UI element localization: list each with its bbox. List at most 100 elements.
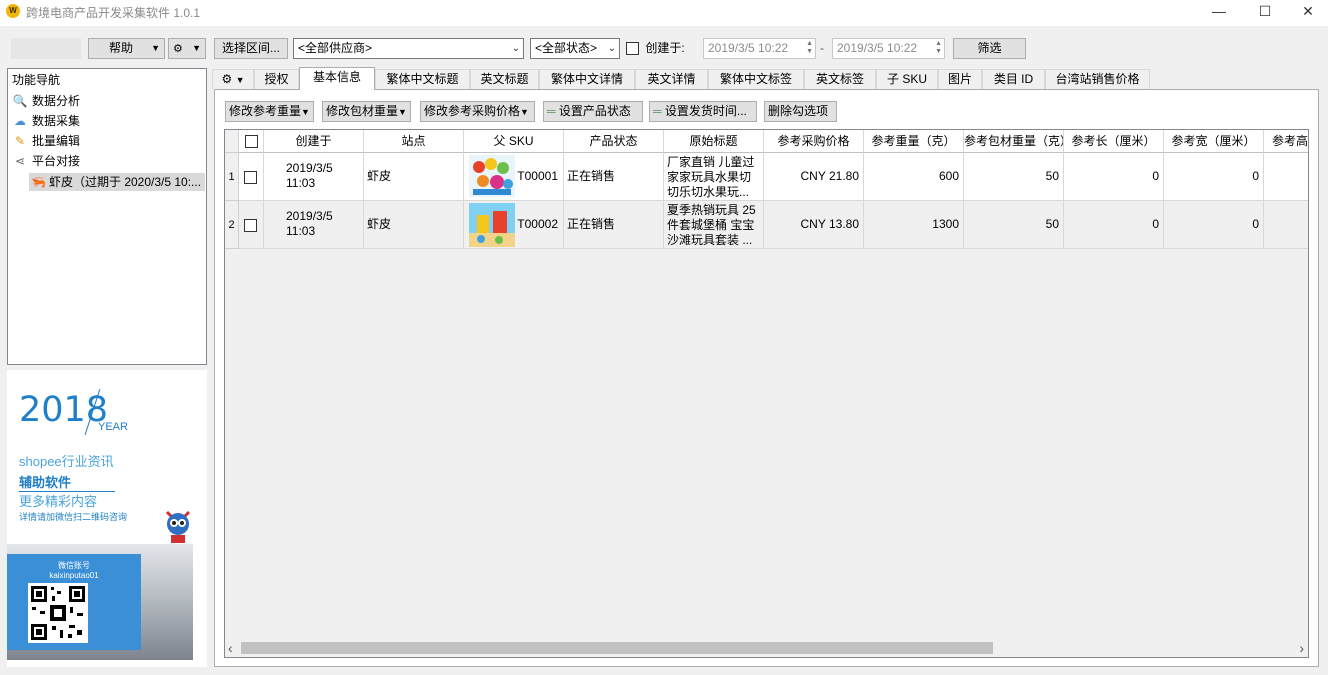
settings-button[interactable]: ⚙ ▼: [168, 38, 206, 59]
date-from-picker[interactable]: 2019/3/5 10:22 ▲ ▼: [703, 38, 816, 59]
tab-en-detail[interactable]: 英文详情: [635, 69, 708, 89]
delete-checked-button[interactable]: 删除勾选项: [764, 101, 837, 122]
col-header-length[interactable]: 参考长（厘米）: [1064, 130, 1164, 153]
nav-subitem-shopee[interactable]: 🦐 虾皮（过期于 2020/3/5 10:...: [29, 173, 205, 191]
tab-category-id[interactable]: 类目 ID: [982, 69, 1045, 89]
edit-price-button[interactable]: 修改参考采购价格▼: [420, 101, 535, 122]
cell-weight[interactable]: 600: [864, 153, 964, 201]
select-all-checkbox[interactable]: [244, 135, 258, 149]
cell-created[interactable]: 2019/3/5 11:03: [264, 201, 364, 249]
tab-sub-sku[interactable]: 子 SKU: [876, 69, 938, 89]
col-header-site[interactable]: 站点: [364, 130, 464, 153]
col-header-weight[interactable]: 参考重量（克）: [864, 130, 964, 153]
cell-height[interactable]: [1264, 201, 1308, 249]
tab-tw-tags[interactable]: 繁体中文标签: [708, 69, 804, 89]
cell-price[interactable]: CNY 21.80: [764, 153, 864, 201]
supplier-select[interactable]: <全部供应商> ⌄: [293, 38, 524, 59]
status-select[interactable]: <全部状态> ⌄: [530, 38, 620, 59]
cell-price[interactable]: CNY 13.80: [764, 201, 864, 249]
cell-pack-weight[interactable]: 50: [964, 153, 1064, 201]
tab-tw-price[interactable]: 台湾站销售价格: [1045, 69, 1150, 89]
cell-width[interactable]: 0: [1164, 201, 1264, 249]
col-header-width[interactable]: 参考宽（厘米）: [1164, 130, 1264, 153]
cell-title[interactable]: 夏季热销玩具 25件套城堡桶 宝宝沙滩玩具套装 ...: [664, 201, 764, 249]
sku-value: T00001: [517, 169, 558, 183]
nav-item-data-analysis[interactable]: 🔍 数据分析: [12, 92, 81, 110]
edit-pack-weight-label: 修改包材重量: [326, 104, 399, 118]
filter-button[interactable]: 筛选: [953, 38, 1026, 59]
row-select[interactable]: [239, 153, 264, 201]
cell-site[interactable]: 虾皮: [364, 201, 464, 249]
nav-item-data-collection[interactable]: ☁ 数据采集: [12, 112, 80, 130]
tab-authorize[interactable]: 授权: [254, 69, 299, 89]
col-header-parent-sku[interactable]: 父 SKU: [464, 130, 564, 153]
spin-icon: ▲ ▼: [806, 40, 813, 55]
created-checkbox[interactable]: [626, 42, 639, 56]
scroll-right-icon[interactable]: ›: [1299, 640, 1304, 656]
cell-status[interactable]: 正在销售: [564, 153, 664, 201]
created-filter[interactable]: 创建于:: [626, 41, 685, 56]
date-to-picker[interactable]: 2019/3/5 10:22 ▲ ▼: [832, 38, 945, 59]
row-checkbox[interactable]: [244, 219, 257, 233]
cell-weight[interactable]: 1300: [864, 201, 964, 249]
supplier-select-value: <全部供应商>: [298, 41, 373, 55]
cell-length[interactable]: 0: [1064, 201, 1164, 249]
set-ship-time-button[interactable]: ═ 设置发货时间...: [649, 101, 757, 122]
cell-site[interactable]: 虾皮: [364, 153, 464, 201]
header-select-all[interactable]: [239, 130, 264, 153]
close-button[interactable]: ✕: [1288, 0, 1328, 24]
col-header-title[interactable]: 原始标题: [664, 130, 764, 153]
cell-title[interactable]: 厂家直销 儿童过家家玩具水果切切乐切水果玩...: [664, 153, 764, 201]
col-header-height[interactable]: 参考高（厘米）: [1264, 130, 1308, 153]
status-select-value: <全部状态>: [535, 41, 598, 55]
nav-item-batch-edit[interactable]: ✎ 批量编辑: [12, 132, 80, 150]
cell-length[interactable]: 0: [1064, 153, 1164, 201]
ad-line-2: 辅助软件: [19, 472, 115, 492]
date-to-value: 2019/3/5 10:22: [837, 41, 918, 55]
tab-en-tags[interactable]: 英文标签: [804, 69, 876, 89]
tab-basic-info[interactable]: 基本信息: [299, 67, 375, 90]
created-label: 创建于:: [645, 41, 685, 55]
minimize-button[interactable]: —: [1196, 0, 1242, 24]
nav-item-label: 数据分析: [32, 94, 81, 108]
cell-parent-sku[interactable]: T00001: [464, 153, 564, 201]
date-from-value: 2019/3/5 10:22: [708, 41, 789, 55]
nav-item-platform[interactable]: ⋖ 平台对接: [12, 152, 80, 170]
edit-pack-weight-button[interactable]: 修改包材重量▼: [322, 101, 411, 122]
row-select[interactable]: [239, 201, 264, 249]
wechat-card: 微信账号 kaixinputao01: [7, 554, 141, 650]
col-header-status[interactable]: 产品状态: [564, 130, 664, 153]
set-ship-time-label: 设置发货时间...: [664, 104, 747, 118]
edit-weight-button[interactable]: 修改参考重量▼: [225, 101, 314, 122]
help-button[interactable]: 帮助 ▼: [88, 38, 165, 59]
app-logo-icon: W: [6, 4, 20, 18]
maximize-button[interactable]: ☐: [1242, 0, 1288, 24]
tab-tw-detail[interactable]: 繁体中文详情: [539, 69, 635, 89]
row-number[interactable]: 1: [225, 153, 239, 201]
col-header-pack-weight[interactable]: 参考包材重量（克）: [964, 130, 1064, 153]
scrollbar-thumb[interactable]: [241, 642, 993, 654]
row-number[interactable]: 2: [225, 201, 239, 249]
cell-created[interactable]: 2019/3/5 11:03: [264, 153, 364, 201]
edit-price-label: 修改参考采购价格: [424, 104, 521, 118]
set-status-button[interactable]: ═ 设置产品状态: [543, 101, 643, 122]
row-checkbox[interactable]: [244, 171, 257, 185]
cell-pack-weight[interactable]: 50: [964, 201, 1064, 249]
cell-height[interactable]: [1264, 153, 1308, 201]
cell-status[interactable]: 正在销售: [564, 201, 664, 249]
select-range-button[interactable]: 选择区间...: [214, 38, 288, 59]
horizontal-scrollbar[interactable]: ‹ ›: [225, 640, 1308, 657]
tab-en-title[interactable]: 英文标题: [470, 69, 539, 89]
tab-tw-title[interactable]: 繁体中文标题: [375, 69, 470, 89]
col-header-price[interactable]: 参考采购价格: [764, 130, 864, 153]
cell-width[interactable]: 0: [1164, 153, 1264, 201]
corner-header: [225, 130, 239, 153]
tab-images[interactable]: 图片: [938, 69, 982, 89]
cell-parent-sku[interactable]: T00002: [464, 201, 564, 249]
tab-options[interactable]: ⚙ ▼: [212, 69, 254, 89]
ad-line-4: 详情请加微信扫二维码咨询: [19, 512, 128, 522]
equals-icon: ═: [653, 104, 662, 118]
col-header-created[interactable]: 创建于: [264, 130, 364, 153]
scroll-left-icon[interactable]: ‹: [228, 640, 233, 656]
created-date: 2019/3/5: [286, 209, 333, 223]
